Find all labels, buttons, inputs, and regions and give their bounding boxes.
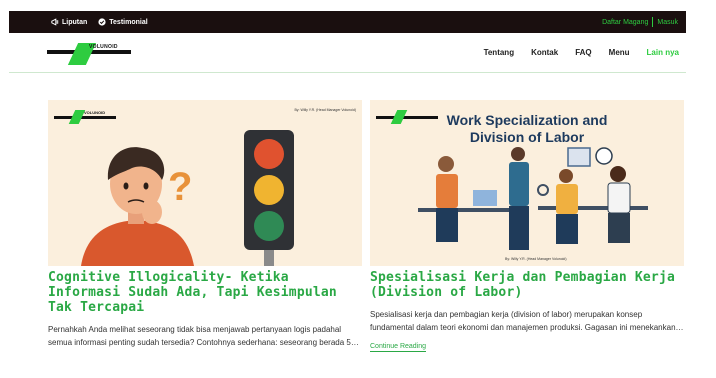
liputan-label: Liputan (62, 18, 88, 26)
svg-text:?: ? (168, 165, 192, 209)
post-thumbnail[interactable]: VOLUNOID By: Willy Y.R. (Head Manager Vo… (48, 100, 362, 266)
testimonial-label: Testimonial (109, 18, 148, 26)
nav-item-menu[interactable]: Menu (609, 48, 630, 57)
liputan-link[interactable]: Liputan (51, 18, 87, 26)
divider (652, 17, 654, 27)
post-card: VOLUNOID By: Willy Y.R. (Head Manager Vo… (48, 100, 362, 349)
thumbnail-logo: VOLUNOID (54, 108, 116, 126)
thumbnail-byline: By: Willy Y.R. (Head Manager Volunoid) (294, 108, 356, 112)
nav-menu: Tentang Kontak FAQ Menu Lain nya (484, 48, 679, 57)
post-title[interactable]: Spesialisasi Kerja dan Pembagian Kerja (… (370, 270, 684, 300)
continue-reading-link[interactable]: Continue Reading (370, 343, 427, 352)
top-bar: Liputan Testimonial Daftar Magang Masuk (9, 11, 686, 33)
thinking-person-illustration: ? (81, 147, 194, 266)
office-workers-illustration (418, 147, 648, 250)
masuk-link[interactable]: Masuk (657, 19, 678, 26)
site-logo[interactable]: VOLUNOID (47, 38, 137, 68)
post-excerpt: Pernahkah Anda melihat seseorang tidak b… (48, 325, 359, 347)
post-card: Work Specialization and Division of Labo… (370, 100, 684, 353)
post-thumbnail[interactable]: Work Specialization and Division of Labo… (370, 100, 684, 266)
main-navbar: VOLUNOID Tentang Kontak FAQ Menu Lain ny… (9, 33, 686, 73)
nav-item-tentang[interactable]: Tentang (484, 48, 515, 57)
top-bar-links: Liputan Testimonial (51, 18, 153, 26)
daftar-magang-link[interactable]: Daftar Magang (602, 19, 648, 26)
top-bar-auth: Daftar Magang Masuk (602, 17, 678, 27)
nav-item-lain-nya[interactable]: Lain nya (647, 48, 679, 57)
thumbnail-heading: Work Specialization and Division of Labo… (446, 112, 608, 145)
megaphone-icon (51, 18, 59, 26)
traffic-light-illustration (244, 130, 294, 266)
post-title[interactable]: Cognitive Illogicality- Ketika Informasi… (48, 270, 362, 315)
nav-item-faq[interactable]: FAQ (575, 48, 591, 57)
logo-text: VOLUNOID (89, 43, 118, 50)
testimonial-link[interactable]: Testimonial (98, 18, 148, 26)
check-circle-icon (98, 18, 106, 26)
thumbnail-byline: By: Willy Y.R. (Head Manager Volunoid) (505, 257, 567, 261)
nav-item-kontak[interactable]: Kontak (531, 48, 558, 57)
post-excerpt: Spesialisasi kerja dan pembagian kerja (… (370, 310, 684, 332)
